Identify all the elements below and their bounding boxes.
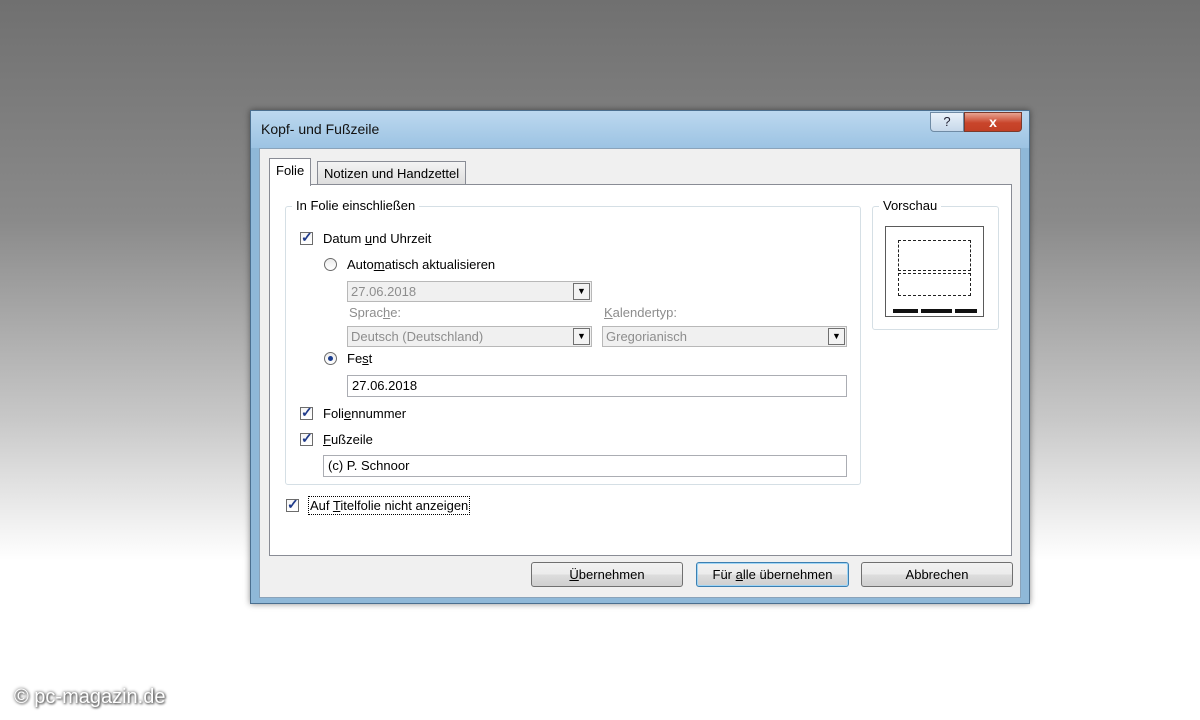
watermark-text: © pc-magazin.de: [14, 686, 166, 708]
chevron-down-icon[interactable]: ▼: [828, 328, 845, 345]
slide-number-checkbox[interactable]: ✓: [300, 404, 313, 420]
help-button[interactable]: ?: [930, 112, 964, 132]
header-footer-dialog: Kopf- und Fußzeile ? x Folie Notizen und…: [250, 110, 1030, 604]
close-button[interactable]: x: [964, 112, 1022, 132]
close-icon: x: [989, 114, 997, 130]
chevron-down-icon[interactable]: ▼: [573, 328, 590, 345]
preview-group-title: Vorschau: [879, 198, 942, 213]
check-icon: ✓: [301, 430, 313, 446]
preview-content-placeholder: [898, 273, 971, 296]
datetime-checkbox[interactable]: ✓: [300, 229, 313, 245]
auto-date-value: 27.06.2018: [351, 284, 417, 299]
preview-date-bar: [893, 309, 918, 313]
dialog-title: Kopf- und Fußzeile: [261, 121, 380, 137]
datetime-label: Datum und Uhrzeit: [323, 231, 432, 246]
hide-on-title-slide-checkbox[interactable]: ✓: [286, 496, 299, 512]
language-label: Sprache:: [349, 305, 402, 320]
chevron-down-icon[interactable]: ▼: [573, 283, 590, 300]
include-group: In Folie einschließen ✓ Datum und Uhrzei…: [285, 198, 861, 485]
include-group-title: In Folie einschließen: [292, 198, 420, 213]
calendar-type-value: Gregorianisch: [606, 329, 687, 344]
footer-label: Fußzeile: [323, 432, 373, 447]
preview-group: Vorschau: [872, 198, 999, 330]
apply-button[interactable]: Übernehmen: [531, 562, 683, 587]
auto-update-label: Automatisch aktualisieren: [347, 257, 496, 272]
fixed-date-radio[interactable]: [324, 352, 337, 365]
check-icon: ✓: [287, 496, 299, 512]
preview-title-placeholder: [898, 240, 971, 271]
cancel-button[interactable]: Abbrechen: [861, 562, 1013, 587]
check-icon: ✓: [301, 229, 313, 245]
dialog-titlebar[interactable]: Kopf- und Fußzeile ? x: [251, 111, 1029, 148]
tab-folie[interactable]: Folie: [269, 158, 312, 186]
auto-update-radio[interactable]: [324, 258, 337, 271]
slide-number-label: Foliennummer: [323, 406, 407, 421]
help-icon: ?: [943, 114, 951, 129]
preview-footer-bar: [921, 309, 952, 313]
fixed-date-input[interactable]: 27.06.2018: [347, 375, 847, 397]
check-icon: ✓: [301, 404, 313, 420]
tab-notizen-handzettel[interactable]: Notizen und Handzettel: [317, 161, 467, 186]
auto-date-combo[interactable]: 27.06.2018 ▼: [347, 281, 592, 302]
calendar-type-label: Kalendertyp:: [604, 305, 677, 320]
footer-text-input[interactable]: (c) P. Schnoor: [323, 455, 847, 477]
fixed-date-label: Fest: [347, 351, 373, 366]
tab-notizen-label: Notizen und Handzettel: [324, 166, 460, 181]
calendar-type-combo[interactable]: Gregorianisch ▼: [602, 326, 847, 347]
language-value: Deutsch (Deutschland): [351, 329, 484, 344]
dialog-client-area: Folie Notizen und Handzettel In Folie ei…: [259, 148, 1021, 598]
footer-checkbox[interactable]: ✓: [300, 430, 313, 446]
slide-preview-image: [885, 226, 984, 317]
tab-panel-folie: In Folie einschließen ✓ Datum und Uhrzei…: [269, 184, 1012, 556]
preview-number-bar: [955, 309, 977, 313]
tab-folie-label: Folie: [276, 163, 305, 178]
hide-on-title-slide-label: Auf Titelfolie nicht anzeigen: [307, 496, 471, 515]
radio-selected-dot: [328, 356, 333, 361]
language-combo[interactable]: Deutsch (Deutschland) ▼: [347, 326, 592, 347]
apply-all-button[interactable]: Für alle übernehmen: [696, 562, 849, 587]
